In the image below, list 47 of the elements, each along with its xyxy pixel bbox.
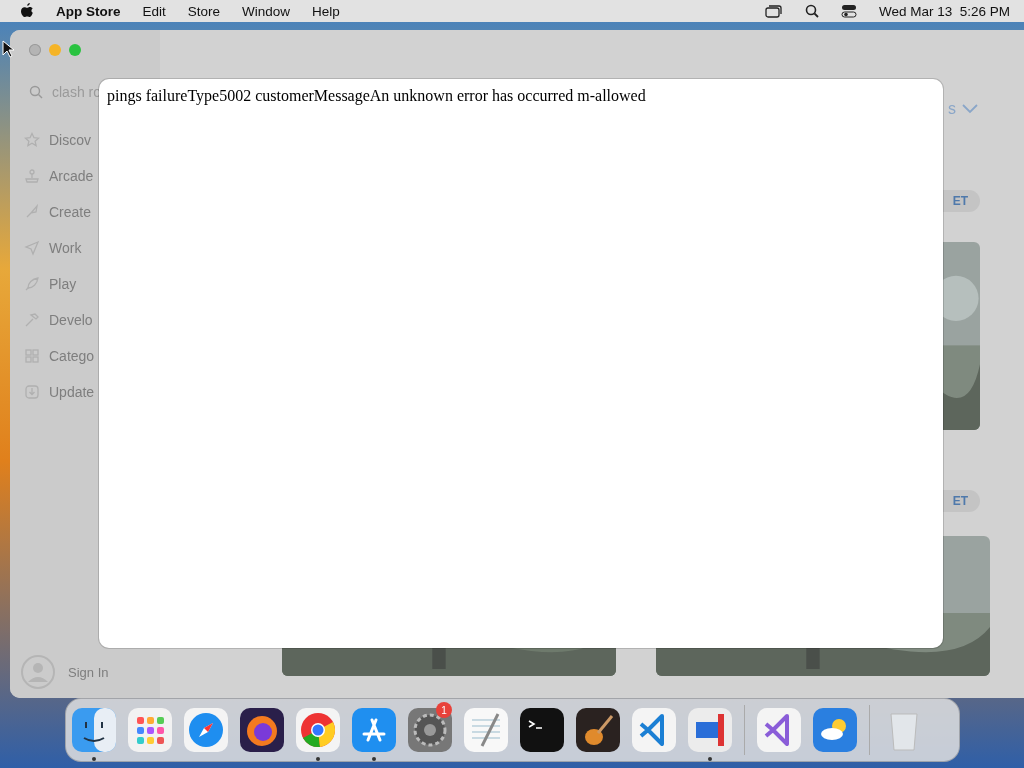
sidebar-item[interactable]: Discov: [24, 122, 160, 158]
guitar-icon[interactable]: [576, 708, 620, 752]
running-indicator: [708, 757, 712, 761]
remote-screen-icon[interactable]: [688, 708, 732, 752]
toggles-icon[interactable]: [840, 4, 857, 18]
running-indicator: [316, 757, 320, 761]
download-icon: [24, 384, 40, 400]
gear-icon[interactable]: [408, 708, 452, 752]
search-icon[interactable]: [804, 4, 819, 18]
header-text[interactable]: s: [948, 100, 956, 118]
hammer-icon: [24, 312, 40, 328]
sidebar-item[interactable]: Work: [24, 230, 160, 266]
sidebar-item[interactable]: Catego: [24, 338, 160, 374]
sign-in-link[interactable]: Sign In: [68, 664, 109, 680]
cloud-sun-icon[interactable]: [813, 708, 857, 752]
apple-logo-icon[interactable]: [20, 3, 34, 19]
notification-badge: 1: [436, 702, 452, 718]
notepad-icon[interactable]: [464, 708, 508, 752]
error-message: pings failureType5002 customerMessageAn unknown error has occurred m-allowed: [107, 87, 647, 105]
sidebar-item[interactable]: Update: [24, 374, 160, 410]
dock-item[interactable]: 1: [408, 698, 452, 762]
menu-clock[interactable]: Wed Mar 13 5:26 PM: [878, 3, 1010, 19]
star-icon: [24, 132, 40, 148]
sidebar-item[interactable]: Arcade: [24, 158, 160, 194]
menu-item[interactable]: Help: [312, 3, 340, 19]
app-store-icon[interactable]: [352, 708, 396, 752]
cursor-icon: [2, 40, 14, 58]
compass-icon[interactable]: [184, 708, 228, 752]
sidebar-item[interactable]: Develo: [24, 302, 160, 338]
code-editor-icon[interactable]: [632, 708, 676, 752]
grid-icon: [24, 348, 40, 364]
windows-icon[interactable]: [764, 4, 783, 18]
menu-item[interactable]: Edit: [142, 3, 166, 19]
app-menu[interactable]: App Store: [56, 3, 121, 19]
running-indicator: [92, 757, 96, 761]
joystick-icon: [24, 168, 40, 184]
sidebar-item[interactable]: Create: [24, 194, 160, 230]
brush-icon: [24, 204, 40, 220]
menu-item[interactable]: Store: [187, 3, 221, 19]
menu-item[interactable]: Window: [242, 3, 291, 19]
smiling-face-icon[interactable]: [72, 708, 116, 752]
sidebar-item[interactable]: Play: [24, 266, 160, 302]
running-indicator: [372, 757, 376, 761]
terminal-icon[interactable]: [520, 708, 564, 752]
search-icon: [28, 84, 44, 100]
app-grid-icon[interactable]: [128, 708, 172, 752]
paper-plane-icon: [24, 240, 40, 256]
